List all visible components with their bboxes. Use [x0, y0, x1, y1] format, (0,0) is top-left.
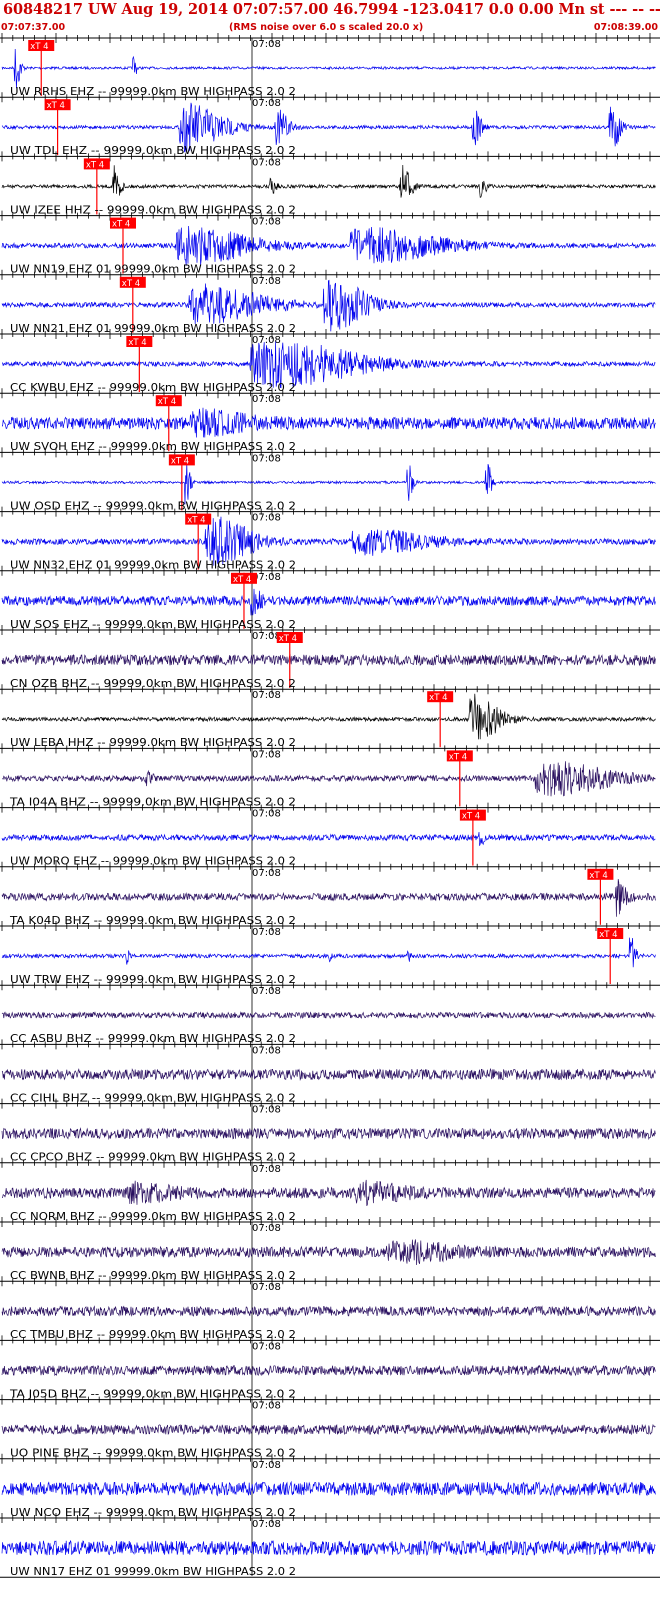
- time-tick-label: 07:08: [252, 927, 281, 938]
- time-tick-label: 07:08: [252, 39, 281, 50]
- waveform: [1, 1067, 656, 1081]
- trace-row: 07:08 TA J05D BHZ -- 99999.0km BW HIGHPAS…: [0, 1335, 660, 1400]
- waveform: [1, 588, 656, 616]
- waveform: [1, 407, 656, 438]
- pick-label: xT 4: [122, 279, 140, 289]
- waveform: [1, 1179, 656, 1207]
- waveform: [1, 1011, 656, 1020]
- pick-label: xT 4: [171, 456, 189, 466]
- trace-row: 07:08CC NORM BHZ -- 99999.0km BW HIGHPAS…: [0, 1157, 660, 1223]
- pick-label: xT 4: [128, 338, 146, 348]
- time-tick-label: 07:08: [252, 1401, 281, 1412]
- trace-row: 07:08CC ASBU BHZ -- 99999.0km BW HIGHPAS…: [0, 980, 660, 1045]
- trace-row: 07:08 UW NN17 EHZ 01 99999.0km BW HIGHPAS…: [0, 1513, 660, 1578]
- time-tick-label: 07:08: [252, 1519, 281, 1530]
- time-tick-label: 07:08: [252, 157, 281, 168]
- trace-row: 07:08xT 4UW SOS EHZ -- 99999.0km BW HIGH…: [0, 565, 660, 631]
- time-tick-label: 07:08: [252, 1223, 281, 1234]
- time-tick-label: 07:08: [252, 986, 281, 997]
- pick-label: xT 4: [86, 160, 104, 170]
- trace-row: 07:08xT 4CC KWBU EHZ -- 99999.0km BW HIG…: [0, 329, 660, 394]
- trace-row: 07:08xT 4UW OSD EHZ -- 99999.0km BW HIGH…: [0, 447, 660, 512]
- pick-label: xT 4: [279, 634, 297, 644]
- time-tick-label: 07:08: [252, 98, 281, 109]
- time-tick-label: 07:08: [252, 809, 281, 820]
- pick-label: xT 4: [187, 516, 205, 526]
- trace-row: 07:08xT 4UW NN19 EHZ 01 99999.0km BW HIG…: [0, 210, 660, 276]
- trace-row: 07:08xT 4CN OZB BHZ -- 99999.0km BW HIGH…: [0, 625, 660, 690]
- pick-label: xT 4: [233, 575, 251, 585]
- time-tick-label: 07:08: [252, 513, 281, 524]
- waveform: [1, 341, 656, 389]
- station-label: TA J05D BHZ -- 99999.0km BW HIGHPASS 2.0…: [9, 1388, 296, 1400]
- pick-label: xT 4: [462, 812, 480, 822]
- waveform: [1, 937, 656, 968]
- trace-row: 07:08 xT 4 TA K04D BHZ -- 99999.0km BW HIG…: [0, 861, 660, 927]
- time-tick-label: 07:08: [252, 276, 281, 287]
- time-tick-label: 07:08: [252, 1105, 281, 1116]
- time-tick-label: 07:08: [252, 1341, 281, 1352]
- waveform: [1, 1305, 656, 1318]
- time-tick-label: 07:08: [252, 1164, 281, 1175]
- time-tick-label: 07:08: [252, 690, 281, 701]
- pick-label: xT 4: [47, 101, 65, 111]
- waveform: [1, 1239, 656, 1266]
- time-tick-label: 07:08: [252, 749, 281, 760]
- time-tick-label: 07:08: [252, 1460, 281, 1471]
- waveform: [1, 761, 656, 797]
- trace-row: 07:08 xT 4UW LEBA HHZ -- 99999.0km BW HIG…: [0, 684, 660, 749]
- pick-label: xT 4: [599, 930, 617, 940]
- waveform: [1, 516, 656, 566]
- time-tick-label: 07:08: [252, 217, 281, 228]
- trace-row: 07:08CC BWNB BHZ -- 99999.0km BW HIGHPAS…: [0, 1217, 660, 1282]
- trace-row: 07:08xT 4UW SVOH EHZ -- 99999.0km BW HIG…: [0, 388, 660, 453]
- waveform: [1, 1539, 656, 1556]
- seismogram-panel: 07:08xT 4UW RRHS EHZ -- 99999.0km BW HIG…: [0, 33, 660, 1578]
- waveform: [1, 1480, 656, 1497]
- trace-row: 07:08 xT 4UW TRW EHZ -- 99999.0km BW HIGH…: [0, 921, 660, 986]
- trace-row: 07:08CC TMBU BHZ -- 99999.0km BW HIGHPAS…: [0, 1276, 660, 1341]
- trace-row: 07:08 xT 4 TA I04A BHZ -- 99999.0km BW HIG…: [0, 743, 660, 808]
- trace-row: 07:08xT 4UW IZEE HHZ -- 99999.0km BW HIG…: [0, 151, 660, 216]
- station-label: TA K04D BHZ -- 99999.0km BW HIGHPASS 2.0…: [9, 915, 296, 927]
- waveform: [1, 693, 656, 740]
- waveform: [1, 48, 656, 89]
- pick-label: xT 4: [112, 220, 130, 230]
- waveform: [1, 879, 656, 917]
- time-tick-label: 07:08: [252, 453, 281, 464]
- trace-row: 07:08CC CPCO BHZ -- 99999.0km BW HIGHPAS…: [0, 1098, 660, 1164]
- pick-label: xT 4: [589, 871, 607, 881]
- pick-label: xT 4: [30, 42, 48, 52]
- trace-row: 07:08xT 4UW NN32 EHZ 01 99999.0km BW HIG…: [0, 506, 660, 572]
- waveform: [1, 462, 656, 505]
- time-tick-label: 07:08: [252, 394, 281, 405]
- time-tick-label: 07:08: [252, 1045, 281, 1056]
- station-label: UW NN17 EHZ 01 99999.0km BW HIGHPASS 2.0…: [10, 1566, 296, 1578]
- waveform: [1, 831, 656, 846]
- pick-label: xT 4: [158, 397, 176, 407]
- trace-row: 07:08xT 4UW RRHS EHZ -- 99999.0km BW HIG…: [0, 33, 660, 98]
- waveform: [1, 1423, 656, 1436]
- waveform: [1, 1364, 656, 1377]
- trace-row: 07:08xT 4UW TDL EHZ -- 99999.0km BW HIGH…: [0, 92, 660, 157]
- time-tick-label: 07:08: [252, 1282, 281, 1293]
- trace-row: 07:08UO PINE BHZ -- 99999.0km BW HIGHPAS…: [0, 1394, 660, 1460]
- pick-label: xT 4: [449, 752, 467, 762]
- waveform: [1, 225, 656, 266]
- pick-label: xT 4: [429, 693, 447, 703]
- time-tick-label: 07:08: [252, 631, 281, 642]
- trace-row: 07:08 xT 4UW MORO EHZ -- 99999.0km BW HIG…: [0, 802, 660, 868]
- time-tick-label: 07:08: [252, 868, 281, 879]
- waveform: [1, 653, 656, 667]
- station-label: TA I04A BHZ -- 99999.0km BW HIGHPASS 2.0…: [9, 796, 296, 808]
- trace-row: 07:08xT 4UW NN21 EHZ 01 99999.0km BW HIG…: [0, 269, 660, 335]
- time-tick-label: 07:08: [252, 335, 281, 346]
- trace-row: 07:08CC CIHL BHZ -- 99999.0km BW HIGHPAS…: [0, 1039, 660, 1104]
- waveform: [1, 1127, 656, 1141]
- trace-row: 07:08UW NCO EHZ -- 99999.0km BW HIGHPASS…: [0, 1453, 660, 1519]
